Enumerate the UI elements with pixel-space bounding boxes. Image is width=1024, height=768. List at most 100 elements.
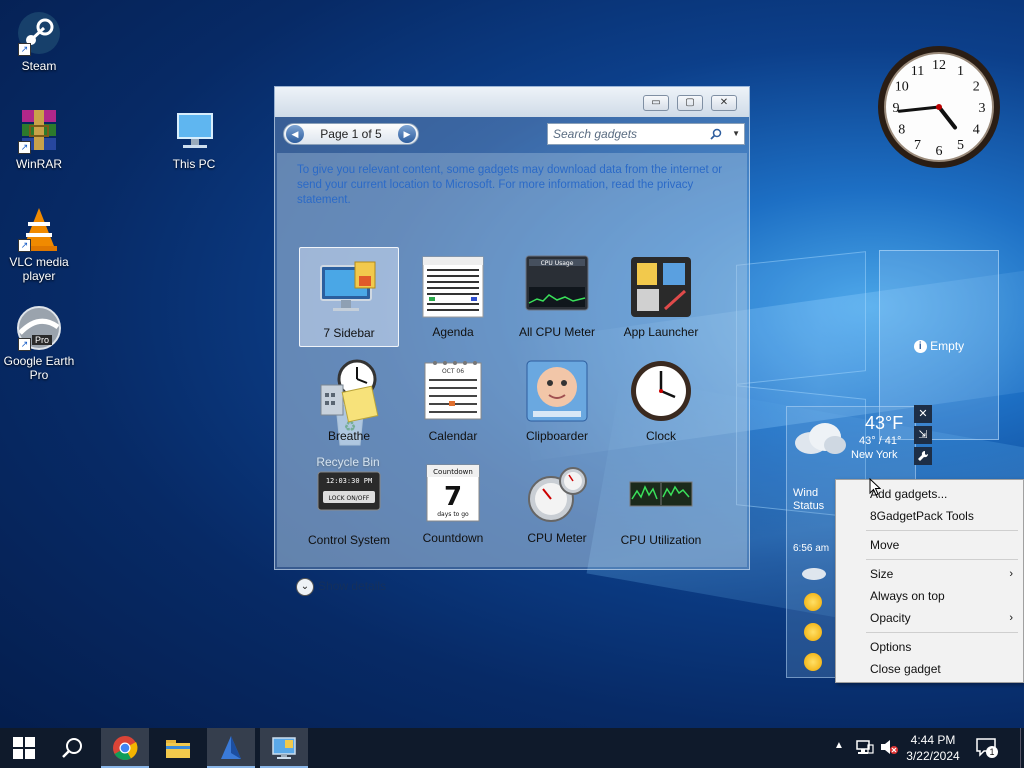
clock-numeral: 9	[893, 101, 900, 116]
gadget-clock[interactable]: Clock	[611, 359, 711, 443]
start-button[interactable]	[0, 728, 48, 768]
desktop-icon-vlc[interactable]: ↗ VLC media player	[1, 206, 77, 283]
gadget-label: Countdown	[422, 531, 484, 545]
menu-item-label: 8GadgetPack Tools	[870, 509, 974, 523]
menu-item-close-gadget[interactable]: Close gadget	[836, 658, 1023, 680]
close-gadget-button[interactable]: ✕	[914, 405, 932, 423]
clock-numeral: 10	[895, 80, 909, 95]
countdown-thumb-title: Countdown	[433, 468, 473, 476]
menu-item-always-on-top[interactable]: Always on top	[836, 585, 1023, 607]
next-page-button[interactable]: ▶	[398, 125, 416, 143]
taskbar-8gadgetpack[interactable]	[207, 728, 255, 768]
network-icon[interactable]	[856, 739, 874, 758]
desktop-icon-google-earth[interactable]: ↗ Pro Google Earth Pro	[1, 305, 77, 382]
menu-item-label: Size	[870, 567, 894, 581]
gadget-breathe[interactable]: Breathe	[299, 359, 399, 443]
gadget-countdown[interactable]: Countdown 7 days to go Countdown	[403, 461, 503, 545]
wrench-icon[interactable]	[914, 447, 932, 465]
gadget-label: Clipboarder	[525, 429, 589, 443]
calendar-icon: OCT 06	[421, 359, 485, 423]
gadget-toolbar: ✕ ⇲	[914, 405, 934, 475]
taskbar-clock[interactable]: 4:44 PM 3/22/2024	[900, 732, 966, 764]
privacy-notice[interactable]: To give you relevant content, some gadge…	[297, 163, 727, 208]
cpu-meter-gauge-icon	[525, 461, 589, 525]
gadget-label: Calendar	[428, 429, 478, 443]
show-details-label: Show details	[318, 579, 387, 594]
menu-item-label: Always on top	[870, 589, 945, 603]
gadget-grid-area: To give you relevant content, some gadge…	[277, 153, 747, 567]
weather-status-label: Status	[793, 500, 825, 512]
gadget-label: Clock	[645, 429, 676, 443]
resize-gadget-button[interactable]: ⇲	[914, 426, 932, 444]
gadget-gallery-icon	[272, 737, 296, 759]
desktop-icon-winrar[interactable]: ↗ WinRAR	[1, 108, 77, 171]
desktop-icon-steam[interactable]: ↗ Steam	[1, 10, 77, 73]
maximize-button[interactable]: ▢	[677, 95, 703, 111]
gadget-label: Agenda	[432, 325, 474, 339]
window-titlebar[interactable]: ▭ ▢ ✕	[275, 87, 749, 117]
clock-center-pin	[936, 104, 942, 110]
clock-numeral: 3	[979, 101, 986, 116]
cloud-sun-icon	[801, 563, 827, 586]
agenda-calendar-icon	[421, 255, 485, 319]
chrome-icon	[113, 736, 138, 761]
mouse-cursor-icon	[869, 477, 882, 496]
gadget-cpu-meter[interactable]: CPU Meter	[507, 461, 607, 545]
taskbar-chrome[interactable]	[101, 728, 149, 768]
gadget-7-sidebar[interactable]: 7 Sidebar	[299, 247, 399, 347]
menu-item-8gadgetpack-tools[interactable]: 8GadgetPack Tools	[836, 505, 1023, 527]
this-pc-icon	[171, 108, 217, 154]
taskbar-file-explorer[interactable]	[154, 728, 202, 768]
minimize-button[interactable]: ▭	[643, 95, 669, 111]
clipboarder-icon	[525, 359, 589, 423]
menu-item-move[interactable]: Move	[836, 534, 1023, 556]
gadget-label: All CPU Meter	[518, 325, 595, 339]
gallery-toolbar: ◀ Page 1 of 5 ▶ Search gadgets ▼	[283, 123, 745, 145]
countdown-icon: Countdown 7 days to go	[421, 461, 485, 525]
action-center-button[interactable]: 1	[976, 738, 998, 761]
clock-numeral: 12	[932, 58, 946, 73]
volume-muted-icon[interactable]	[880, 739, 898, 758]
control-system-thumb-time: 12:03:30 PM	[326, 477, 372, 485]
cpu-utilization-graph-icon	[629, 481, 693, 507]
gadget-all-cpu-meter[interactable]: CPU Usage All CPU Meter	[507, 255, 607, 339]
show-desktop-button[interactable]	[1020, 728, 1024, 768]
search-button[interactable]	[48, 728, 96, 768]
control-system-thumb-sub: LOCK ON/OFF	[329, 495, 370, 502]
taskbar-date: 3/22/2024	[906, 749, 960, 763]
desktop-icon-this-pc[interactable]: This PC	[156, 108, 232, 171]
vlc-icon: ↗	[16, 206, 62, 252]
clock-desktop-gadget[interactable]: 12 1 2 3 4 5 6 7 8 9 10 11	[876, 44, 1002, 170]
analog-clock-face: 12 12 3 45678 9 1011	[878, 46, 1000, 168]
submenu-arrow-icon: ›	[1009, 568, 1013, 580]
gadgetpack-icon	[221, 736, 241, 759]
menu-item-label: Opacity	[870, 611, 911, 625]
show-details-toggle[interactable]: ⌄ Show details	[296, 578, 386, 596]
gadget-app-launcher[interactable]: App Launcher	[611, 255, 711, 339]
weather-city: New York	[851, 449, 898, 461]
search-gadgets-input[interactable]: Search gadgets ▼	[547, 123, 745, 145]
search-dropdown-icon[interactable]: ▼	[732, 124, 740, 144]
gadget-clipboarder[interactable]: Clipboarder	[507, 359, 607, 443]
menu-separator	[866, 632, 1018, 633]
clock-numeral: 2	[973, 80, 980, 95]
previous-page-button[interactable]: ◀	[286, 125, 304, 143]
empty-gadget-message: i Empty	[880, 339, 998, 354]
chevron-down-icon: ⌄	[296, 578, 314, 596]
menu-item-opacity[interactable]: Opacity ›	[836, 607, 1023, 629]
close-button[interactable]: ✕	[711, 95, 737, 111]
menu-item-add-gadgets[interactable]: Add gadgets...	[836, 483, 1023, 505]
cpu-thumb-title: CPU Usage	[541, 260, 574, 267]
taskbar-gadget-gallery[interactable]	[260, 728, 308, 768]
chevron-up-icon[interactable]: ▲	[834, 740, 844, 751]
weather-time: 6:56 am	[793, 543, 830, 554]
pro-badge: Pro	[32, 335, 53, 345]
winrar-icon: ↗	[16, 108, 62, 154]
gadget-cpu-utilization[interactable]: CPU Utilization	[611, 461, 711, 547]
menu-item-options[interactable]: Options	[836, 636, 1023, 658]
menu-item-size[interactable]: Size ›	[836, 563, 1023, 585]
gadget-control-system[interactable]: 12:03:30 PM LOCK ON/OFF Control System	[299, 461, 399, 547]
gadget-calendar[interactable]: OCT 06 Calendar	[403, 359, 503, 443]
search-icon[interactable]	[710, 124, 722, 146]
gadget-agenda[interactable]: Agenda	[403, 255, 503, 339]
